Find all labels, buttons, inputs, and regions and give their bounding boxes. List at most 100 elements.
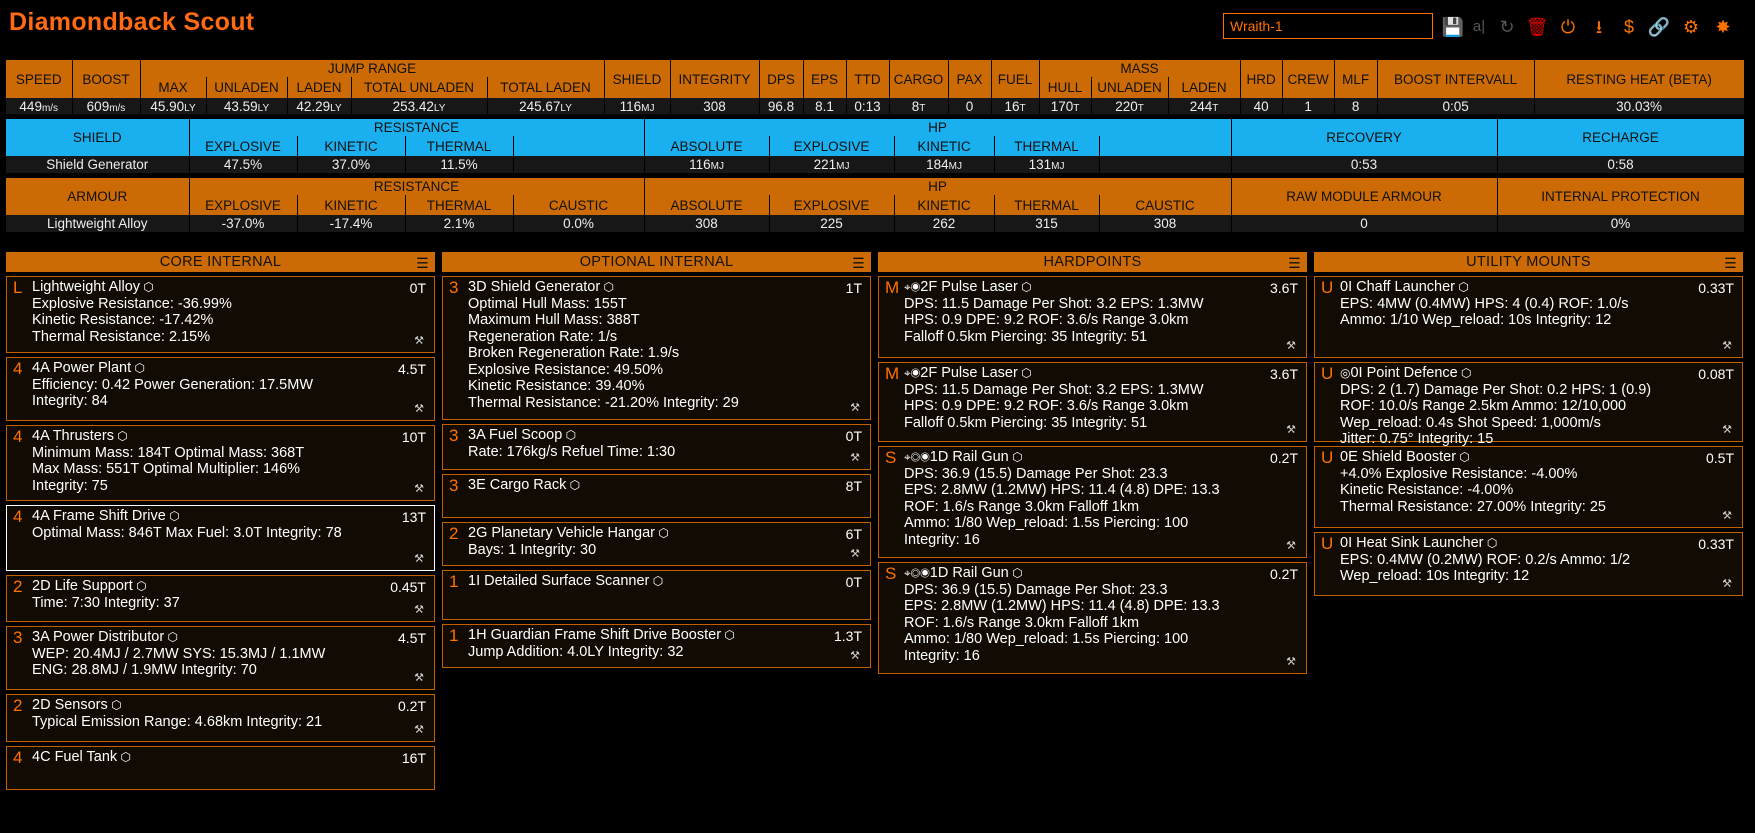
module-slot[interactable]: M ⌖◉2F Pulse Laser ⬡ 3.6T DPS: 11.5 Damage … (878, 362, 1307, 442)
wrench-icon[interactable]: ⚒ (1722, 338, 1732, 355)
module-mass: 0T (845, 428, 862, 444)
resting-heat-value: 30.03% (1534, 98, 1745, 114)
wrench-icon[interactable]: ⚒ (850, 400, 860, 417)
wrench-icon[interactable]: ⚒ (414, 401, 424, 418)
module-slot[interactable]: S ⌖◎◉1D Rail Gun ⬡ 0.2T DPS: 36.9 (15.5) Da… (878, 562, 1307, 674)
module-slot[interactable]: S ⌖◎◉1D Rail Gun ⬡ 0.2T DPS: 36.9 (15.5) Da… (878, 446, 1307, 558)
shield-recovery: 0:53 (1231, 156, 1498, 173)
module-slot[interactable]: 3 3D Shield Generator ⬡ 1T Optimal Hull Mas… (442, 276, 871, 420)
module-slot[interactable]: U 0I Heat Sink Launcher ⬡ 0.33T EPS: 0.4MW … (1314, 532, 1743, 596)
wrench-icon[interactable]: ⚒ (850, 648, 860, 665)
module-slot[interactable]: U ◎0I Point Defence ⬡ 0.08T DPS: 2 (1.7) Da… (1314, 362, 1743, 447)
build-name-input[interactable] (1223, 13, 1433, 39)
module-mass: 0.5T (1705, 450, 1734, 466)
engineering-icon[interactable]: ⬡ (108, 698, 121, 712)
filter-icon[interactable]: ☰ (1288, 253, 1301, 273)
module-slot[interactable]: U 0E Shield Booster ⬡ 0.5T +4.0% Explosive … (1314, 446, 1743, 528)
engineering-icon[interactable]: ⬡ (721, 628, 734, 642)
mass-hull-header: HULL (1039, 77, 1092, 98)
engineering-icon[interactable]: ⬡ (1458, 366, 1471, 380)
engineering-icon[interactable]: ⬡ (131, 361, 144, 375)
module-name: Lightweight Alloy (32, 279, 141, 295)
module-mass: 0.2T (1269, 566, 1298, 582)
filter-icon[interactable]: ☰ (416, 253, 429, 273)
wrench-icon[interactable]: ⚒ (414, 481, 424, 498)
module-slot[interactable]: 1 1I Detailed Surface Scanner ⬡ 0T (442, 570, 871, 620)
reset-icon[interactable]: ↻ (1495, 15, 1519, 39)
module-slot[interactable]: L Lightweight Alloy ⬡ 0T Explosive Resistan… (6, 276, 435, 353)
module-stat-line: EPS: 2.8MW (1.2MW) HPS: 11.4 (4.8) DPE: … (904, 482, 1220, 498)
engineering-icon[interactable]: ⬡ (140, 280, 153, 294)
engineering-icon[interactable]: ⬡ (1018, 280, 1031, 294)
mass-unladen-value: 220T (1091, 98, 1169, 114)
wrench-icon[interactable]: ⚒ (1286, 654, 1296, 671)
module-slot[interactable]: 2 2G Planetary Vehicle Hangar ⬡ 6T Bays: 1 … (442, 522, 871, 566)
power-icon[interactable]: ⏻ (1556, 15, 1580, 39)
coriolis-icon[interactable]: ⚙ (1679, 15, 1703, 39)
cost-icon[interactable]: $ (1617, 15, 1641, 39)
module-slot[interactable]: 3 3E Cargo Rack ⬡ 8T (442, 474, 871, 518)
module-slot[interactable]: 4 4A Frame Shift Drive ⬡ 13T Optimal Mass: … (6, 505, 435, 571)
module-slot[interactable]: 4 4A Thrusters ⬡ 10T Minimum Mass: 184T Opt… (6, 425, 435, 501)
wrench-icon[interactable]: ⚒ (414, 333, 424, 350)
module-stat-line: Ammo: 1/80 Wep_reload: 1.5s Piercing: 10… (904, 515, 1189, 531)
wrench-icon[interactable]: ⚒ (850, 450, 860, 467)
module-slot[interactable]: M ⌖◉2F Pulse Laser ⬡ 3.6T DPS: 11.5 Damage … (878, 276, 1307, 358)
wrench-icon[interactable]: ⚒ (414, 551, 424, 568)
jump-laden-header: LADEN (287, 77, 352, 98)
shield-value: 116MJ (604, 98, 671, 114)
module-slot[interactable]: 4 4C Fuel Tank ⬡ 16T (6, 746, 435, 790)
engineering-icon[interactable]: ⬡ (649, 574, 663, 588)
raw-module-armour-header: RAW MODULE ARMOUR (1231, 178, 1498, 215)
engineering-icon[interactable]: ⬡ (114, 429, 127, 443)
module-slot[interactable]: 3 3A Fuel Scoop ⬡ 0T Rate: 176kg/s Refuel T… (442, 424, 871, 470)
engineering-icon[interactable]: ⬡ (133, 579, 146, 593)
wrench-icon[interactable]: ⚒ (1722, 508, 1732, 525)
engineering-icon[interactable]: ⬡ (566, 478, 580, 492)
engineering-icon[interactable]: ⬡ (166, 509, 179, 523)
engineering-icon[interactable]: ⬡ (1456, 450, 1469, 464)
wrench-icon[interactable]: ⚒ (414, 722, 424, 739)
wrench-icon[interactable]: ⚒ (414, 670, 424, 687)
save-icon[interactable]: 💾 (1441, 15, 1465, 39)
jump-max-value: 45.90LY (140, 98, 207, 114)
module-slot[interactable]: 3 3A Power Distributor ⬡ 4.5T WEP: 20.4MJ /… (6, 626, 435, 690)
shield-hp-absolute: 116MJ (644, 156, 770, 173)
export-icon[interactable]: ⭳ (1587, 15, 1611, 39)
module-slot[interactable]: 2 2D Sensors ⬡ 0.2T Typical Emission Range:… (6, 694, 435, 742)
engineering-icon[interactable]: ⬡ (1018, 366, 1031, 380)
engineering-icon[interactable]: ⬡ (117, 750, 131, 764)
engineering-icon[interactable]: ⬡ (655, 526, 668, 540)
module-name-line: 4A Thrusters ⬡ (32, 428, 428, 445)
wrench-icon[interactable]: ⚒ (1286, 338, 1296, 355)
module-name-line: 2D Sensors ⬡ (32, 697, 428, 714)
engineering-icon[interactable]: ⬡ (600, 280, 614, 294)
engineering-icon[interactable]: ⬡ (164, 630, 178, 644)
module-mass: 13T (401, 509, 426, 525)
slot-size: M (885, 278, 900, 297)
shield-hp-header: HP (644, 119, 1232, 136)
module-slot[interactable]: 4 4A Power Plant ⬡ 4.5T Efficiency: 0.42 Po… (6, 357, 435, 421)
wrench-icon[interactable]: ⚒ (1286, 422, 1296, 439)
speed-value: 449m/s (6, 98, 73, 114)
wrench-icon[interactable]: ⚒ (1286, 538, 1296, 555)
link-icon[interactable]: 🔗 (1647, 15, 1671, 39)
engineering-icon[interactable]: ⬡ (562, 428, 576, 442)
edsy-icon[interactable]: ✸ (1711, 15, 1735, 39)
wrench-icon[interactable]: ⚒ (1722, 576, 1732, 593)
engineering-icon[interactable]: ⬡ (1009, 450, 1022, 464)
rename-icon[interactable]: a| (1467, 15, 1491, 39)
engineering-icon[interactable]: ⬡ (1009, 566, 1022, 580)
engineering-icon[interactable]: ⬡ (1455, 280, 1468, 294)
module-slot[interactable]: 1 1H Guardian Frame Shift Drive Booster ⬡… (442, 624, 871, 668)
engineering-icon[interactable]: ⬡ (1483, 536, 1497, 550)
armour-hp-caustic-header: CAUSTIC (1099, 195, 1232, 215)
wrench-icon[interactable]: ⚒ (1722, 422, 1732, 439)
module-slot[interactable]: U 0I Chaff Launcher ⬡ 0.33T EPS: 4MW (0.4MW… (1314, 276, 1743, 358)
delete-icon[interactable]: 🗑 (1525, 15, 1549, 39)
module-slot[interactable]: 2 2D Life Support ⬡ 0.45T Time: 7:30 Integr… (6, 575, 435, 622)
filter-icon[interactable]: ☰ (852, 253, 865, 273)
filter-icon[interactable]: ☰ (1724, 253, 1737, 273)
wrench-icon[interactable]: ⚒ (414, 602, 424, 619)
wrench-icon[interactable]: ⚒ (850, 546, 860, 563)
